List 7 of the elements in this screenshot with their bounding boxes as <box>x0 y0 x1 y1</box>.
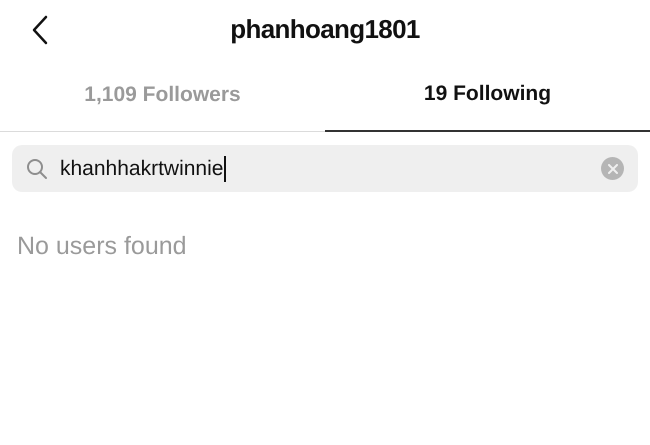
close-icon <box>608 164 618 174</box>
search-field[interactable]: khanhhakrtwinnie <box>12 145 638 192</box>
search-text: khanhhakrtwinnie <box>60 156 226 182</box>
tab[interactable]: 19 Following <box>325 58 650 132</box>
username-title: phanhoang1801 <box>230 12 420 46</box>
empty-message: No users found <box>17 232 187 260</box>
search-icon <box>26 158 48 180</box>
